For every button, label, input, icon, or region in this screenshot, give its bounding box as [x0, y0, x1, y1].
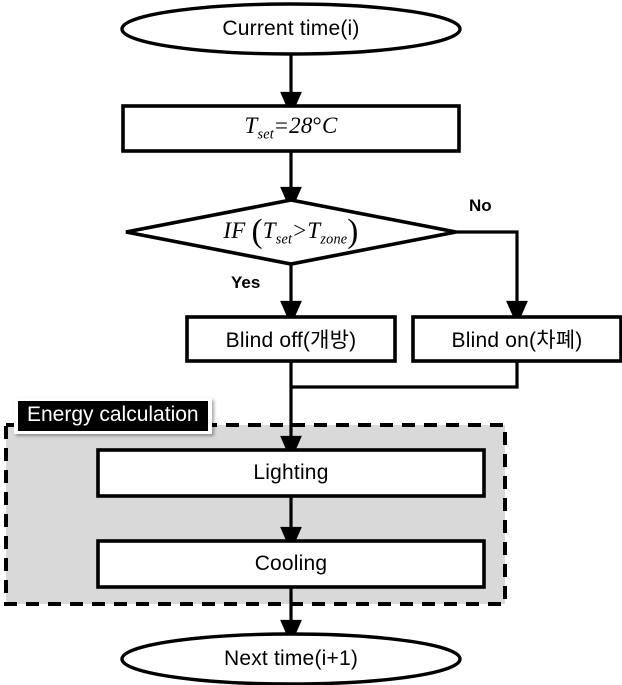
- setpoint-node-shape: [121, 104, 461, 153]
- flowchart-graphics: [4, 2, 622, 685]
- decision-node-shape: [125, 198, 457, 266]
- flowchart-canvas: Current time(i) Tset=28°C IF (Tset>Tzone…: [0, 0, 622, 685]
- edge-no-to-blind-on: [456, 230, 528, 326]
- edge-label-no-text: No: [469, 196, 492, 215]
- cooling-node-shape: [96, 539, 486, 589]
- blind-off-node-shape: [185, 315, 397, 363]
- blind-on-node-shape: [411, 315, 622, 363]
- edge-label-no: No: [469, 196, 492, 216]
- start-node-shape: [120, 2, 462, 56]
- energy-calculation-banner: Energy calculation: [14, 398, 212, 435]
- lighting-node-shape: [96, 448, 486, 498]
- edge-blind-on-merge: [291, 361, 519, 389]
- end-node-shape: [120, 632, 462, 685]
- energy-calculation-banner-text: Energy calculation: [18, 401, 208, 432]
- edge-label-yes: Yes: [231, 273, 260, 293]
- edge-label-yes-text: Yes: [231, 273, 261, 292]
